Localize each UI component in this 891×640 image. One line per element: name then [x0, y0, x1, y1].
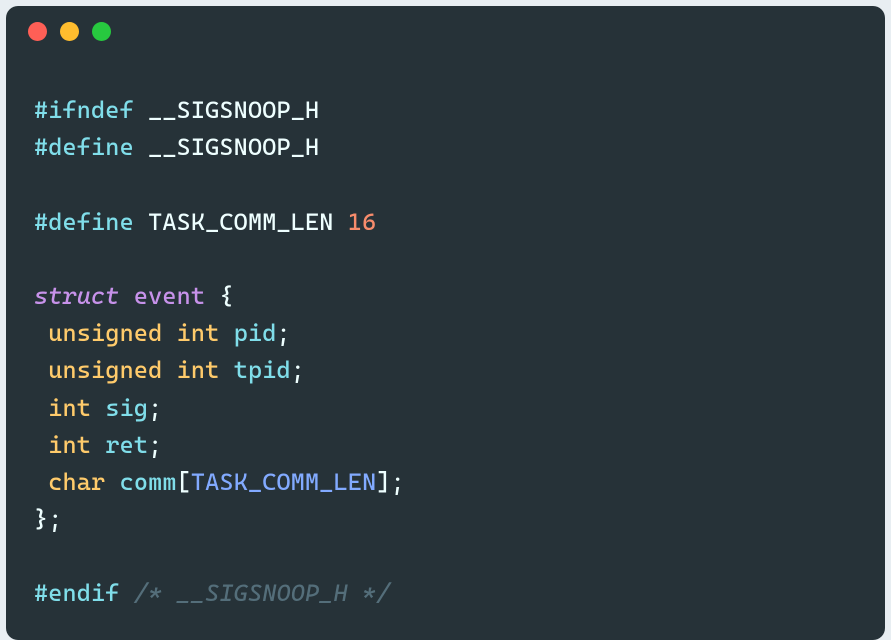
indent — [34, 394, 48, 422]
variable: ret — [105, 431, 148, 459]
struct-name: event — [134, 282, 205, 310]
brace-open: { — [219, 282, 233, 310]
code-line: #define __SIGSNOOP_H — [34, 133, 319, 161]
code-line: struct event { — [34, 282, 234, 310]
bracket-close: ] — [376, 468, 390, 496]
minimize-icon[interactable] — [60, 22, 79, 41]
bracket-open: [ — [177, 468, 191, 496]
brace-close: }; — [34, 505, 63, 533]
preprocessor-directive: #define — [34, 208, 134, 236]
macro-name: TASK_COMM_LEN — [148, 208, 333, 236]
code-line: #ifndef __SIGSNOOP_H — [34, 96, 319, 124]
code-block: #ifndef __SIGSNOOP_H #define __SIGSNOOP_… — [6, 56, 885, 613]
type: int — [177, 319, 220, 347]
semicolon: ; — [277, 319, 291, 347]
code-line: int ret; — [34, 431, 162, 459]
macro-name: __SIGSNOOP_H — [148, 96, 319, 124]
keyword-struct: struct — [34, 282, 120, 310]
code-window: #ifndef __SIGSNOOP_H #define __SIGSNOOP_… — [6, 6, 885, 640]
variable: comm — [120, 468, 177, 496]
code-line: unsigned int pid; — [34, 319, 291, 347]
preprocessor-directive: #define — [34, 133, 134, 161]
type: unsigned — [48, 356, 162, 384]
code-line: unsigned int tpid; — [34, 356, 305, 384]
number-literal: 16 — [348, 208, 377, 236]
zoom-icon[interactable] — [92, 22, 111, 41]
semicolon: ; — [148, 394, 162, 422]
constant: TASK_COMM_LEN — [191, 468, 376, 496]
code-line: }; — [34, 505, 63, 533]
code-line: #define TASK_COMM_LEN 16 — [34, 208, 376, 236]
type: int — [48, 431, 91, 459]
code-line: #endif /* __SIGSNOOP_H */ — [34, 579, 391, 607]
variable: tpid — [234, 356, 291, 384]
semicolon: ; — [291, 356, 305, 384]
close-icon[interactable] — [28, 22, 47, 41]
macro-name: __SIGSNOOP_H — [148, 133, 319, 161]
variable: sig — [105, 394, 148, 422]
code-line: int sig; — [34, 394, 162, 422]
semicolon: ; — [148, 431, 162, 459]
type: int — [48, 394, 91, 422]
code-line: char comm[TASK_COMM_LEN]; — [34, 468, 405, 496]
indent — [34, 431, 48, 459]
type: char — [48, 468, 105, 496]
indent — [34, 319, 48, 347]
indent — [34, 468, 48, 496]
comment: /* __SIGSNOOP_H */ — [134, 579, 391, 607]
indent — [34, 356, 48, 384]
preprocessor-directive: #ifndef — [34, 96, 134, 124]
semicolon: ; — [391, 468, 405, 496]
type: unsigned — [48, 319, 162, 347]
type: int — [177, 356, 220, 384]
preprocessor-directive: #endif — [34, 579, 120, 607]
variable: pid — [234, 319, 277, 347]
window-titlebar — [6, 6, 885, 56]
